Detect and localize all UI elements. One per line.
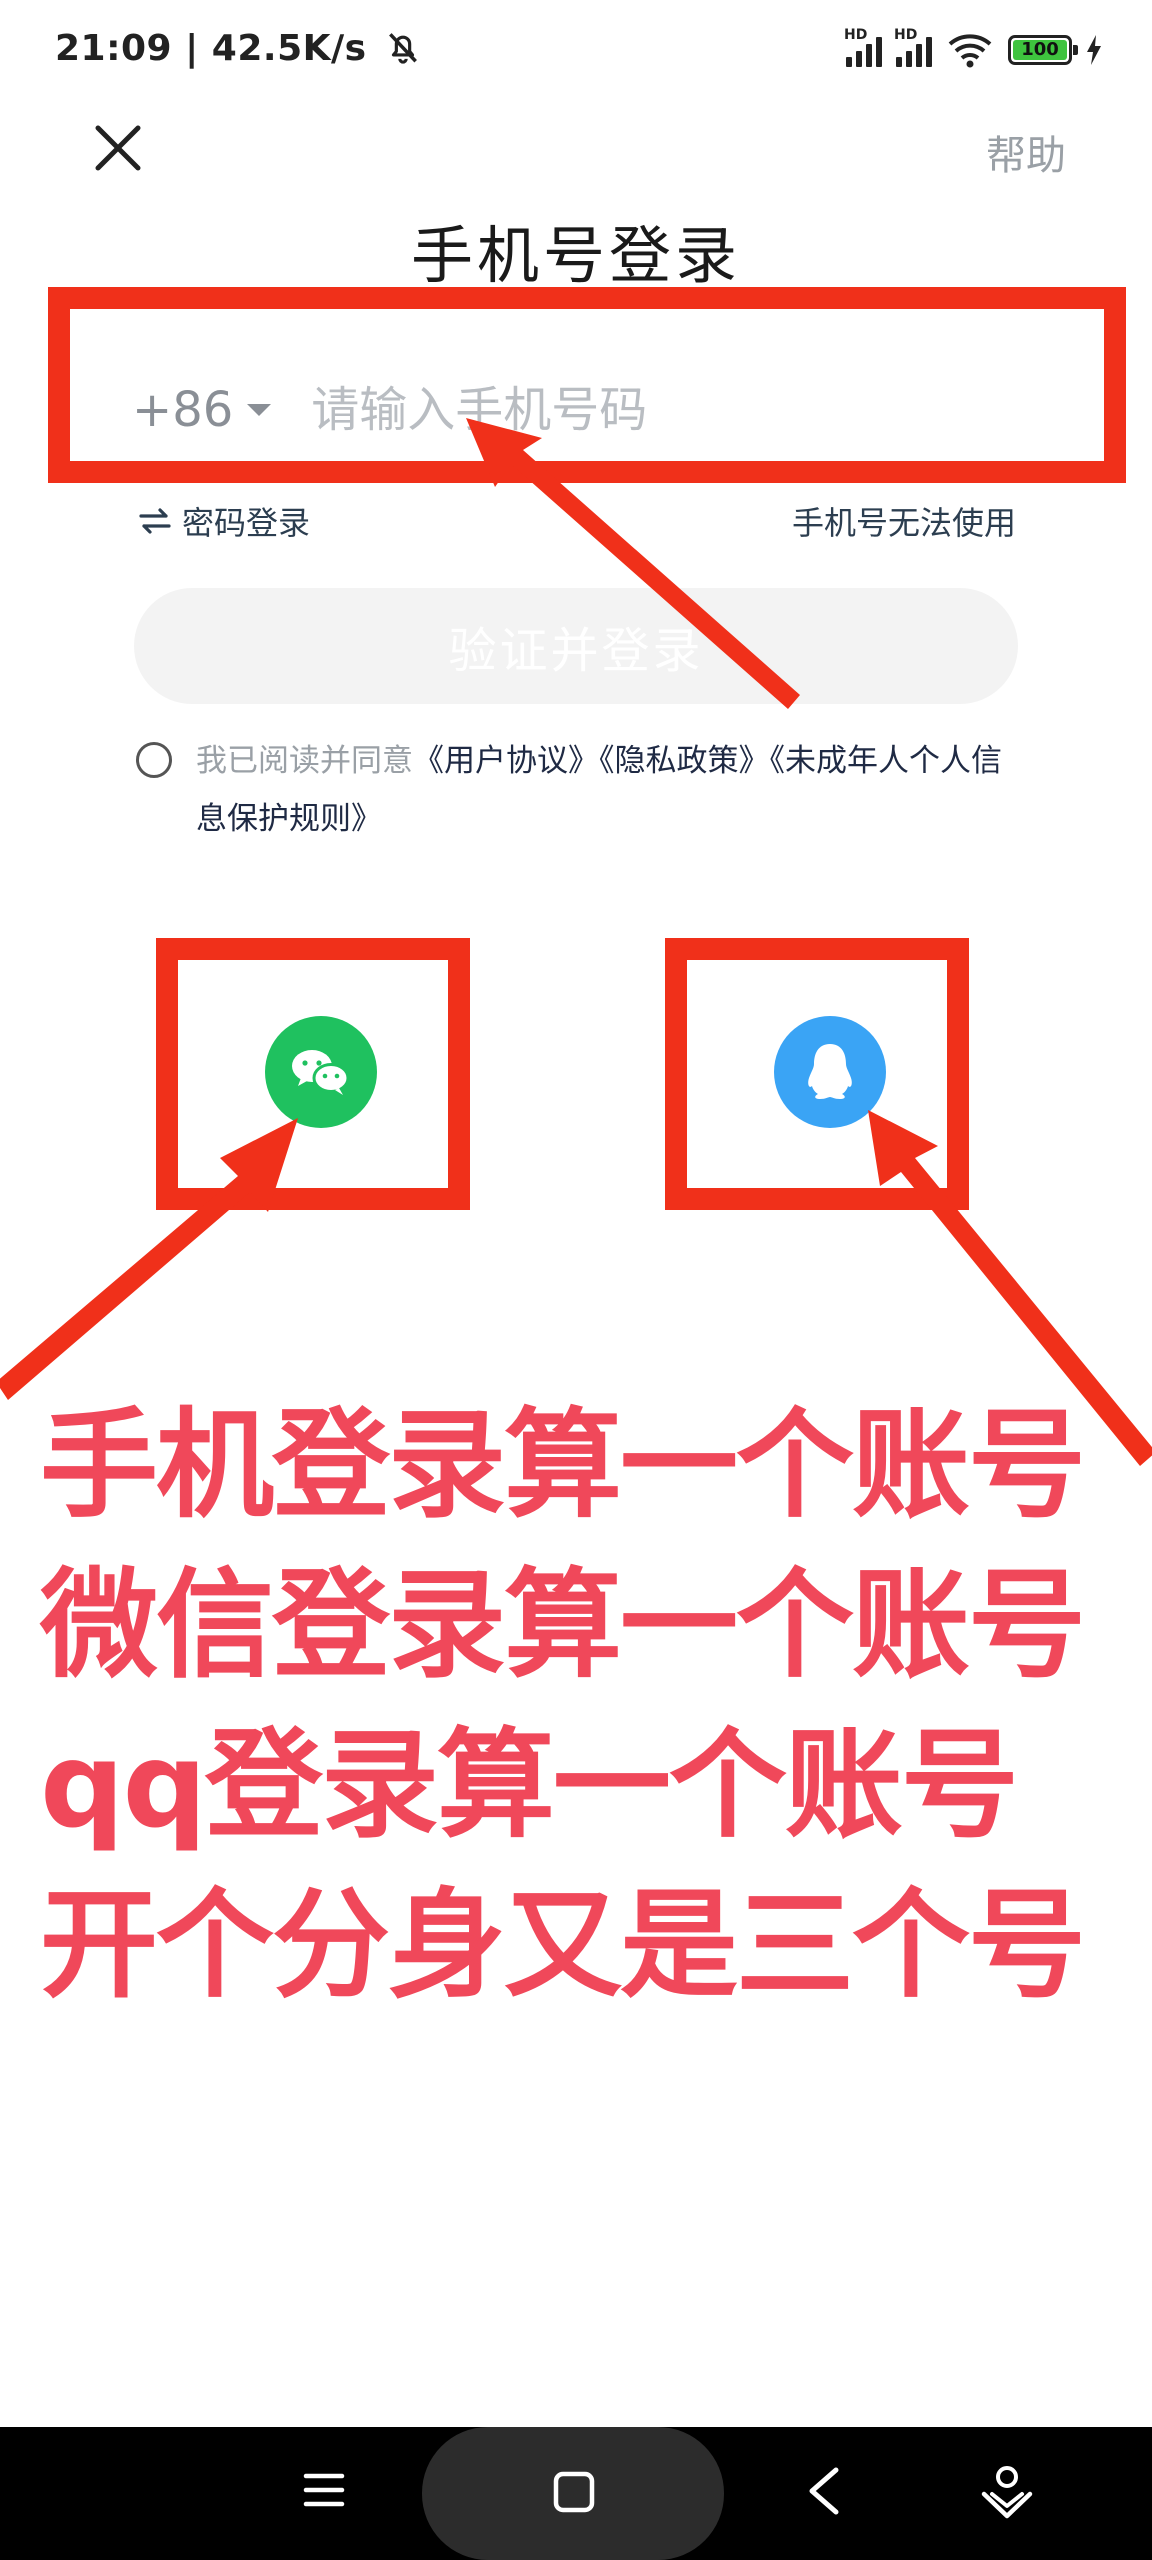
wifi-icon — [948, 34, 992, 68]
annotation-line-3: qq登录算一个账号 — [40, 1716, 1019, 1854]
close-icon — [95, 125, 141, 171]
charging-bolt-icon — [1087, 35, 1101, 65]
annotation-box-phone — [48, 287, 1126, 483]
home-square-icon[interactable] — [552, 2470, 596, 2514]
menu-icon[interactable] — [300, 2466, 348, 2514]
status-icons: HD HD 100 — [844, 27, 1102, 70]
battery-icon: 100 — [1008, 35, 1078, 65]
agreement-checkbox[interactable] — [136, 742, 172, 778]
signal-icon-2: HD — [894, 27, 932, 67]
annotation-text: 手机登录算一个账号 微信登录算一个账号 qq登录算一个账号 开个分身又是三个号 — [40, 1385, 1130, 2025]
status-time-text: 21:09 | 42.5K/s — [55, 28, 367, 69]
close-button[interactable] — [88, 118, 148, 178]
bell-muted-icon — [388, 33, 417, 64]
privacy-policy-link[interactable]: 《隐私政策》 — [599, 743, 770, 779]
annotation-line-2: 微信登录算一个账号 — [40, 1556, 1086, 1694]
agreement-row: 我已阅读并同意《用户协议》《隐私政策》《未成年人个人信息保护规则》 — [136, 732, 1016, 848]
verify-login-button[interactable]: 验证并登录 — [134, 588, 1018, 704]
annotation-line-1: 手机登录算一个账号 — [40, 1396, 1086, 1534]
annotation-box-qq — [665, 938, 969, 1210]
back-icon[interactable] — [806, 2466, 842, 2516]
help-link[interactable]: 帮助 — [986, 123, 1066, 181]
phone-unusable-link[interactable]: 手机号无法使用 — [792, 498, 1016, 544]
status-bar-time: 21:09 | 42.5K/s — [55, 28, 422, 69]
swap-arrows-icon — [139, 508, 171, 534]
annotation-box-wechat — [156, 938, 470, 1210]
password-login-link[interactable]: 密码登录 — [138, 498, 310, 544]
user-agreement-link[interactable]: 《用户协议》 — [413, 743, 599, 779]
password-login-label: 密码登录 — [182, 504, 311, 542]
assistant-icon[interactable] — [978, 2460, 1036, 2520]
signal-icon: HD — [844, 27, 882, 67]
agreement-text: 我已阅读并同意《用户协议》《隐私政策》《未成年人个人信息保护规则》 — [196, 732, 1016, 848]
battery-level: 100 — [1021, 39, 1059, 60]
annotation-line-4: 开个分身又是三个号 — [40, 1876, 1086, 2014]
agreement-prefix: 我已阅读并同意 — [196, 743, 413, 779]
page-title: 手机号登录 — [410, 219, 741, 292]
